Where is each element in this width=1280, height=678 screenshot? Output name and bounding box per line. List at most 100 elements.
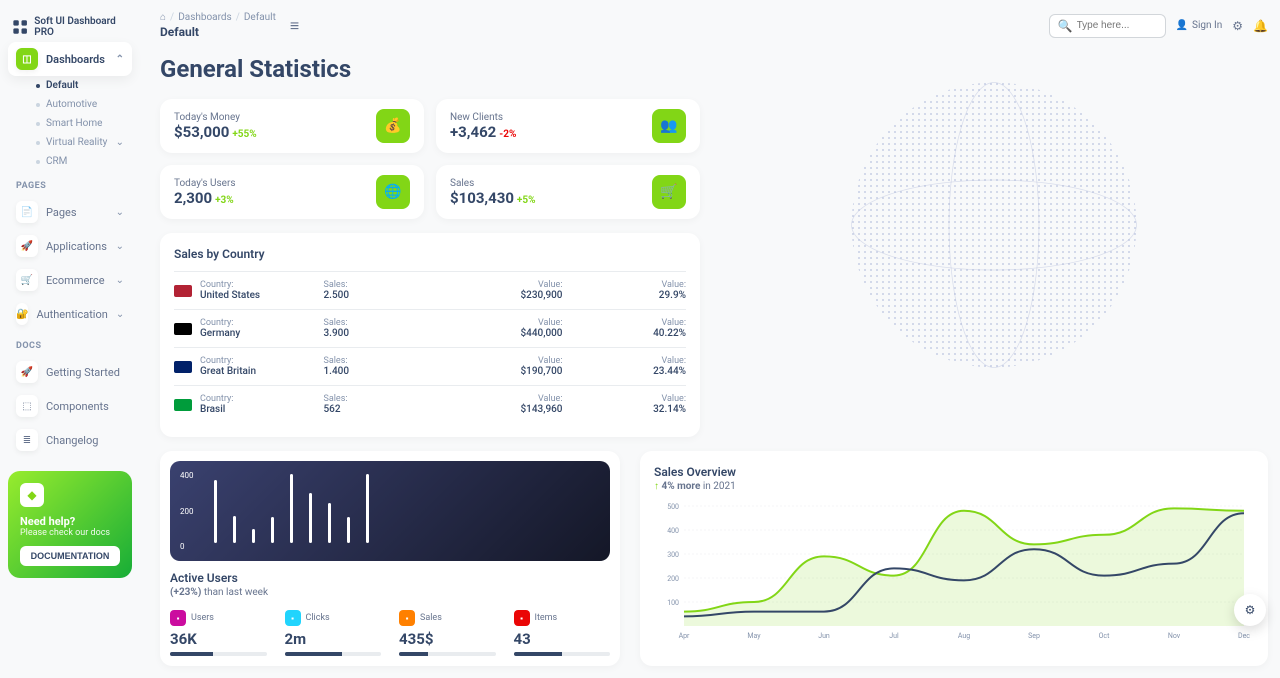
metric: ▪Clicks2m	[285, 610, 382, 656]
active-users-title: Active Users	[170, 571, 610, 585]
nav-icon: 📄	[16, 201, 38, 223]
svg-text:200: 200	[667, 575, 679, 583]
metric: ▪Items43	[514, 610, 611, 656]
nav-icon: 🚀	[16, 361, 38, 383]
gear-icon[interactable]: ⚙	[1232, 19, 1243, 33]
breadcrumb-root[interactable]: Dashboards	[178, 12, 232, 23]
stat-label: Today's Money	[174, 112, 257, 123]
sidebar: Soft UI Dashboard PRO ◫ Dashboards ⌃ Def…	[0, 0, 140, 678]
dot-icon	[36, 122, 40, 126]
svg-text:Apr: Apr	[679, 632, 690, 640]
table-row: Country:Brasil Sales:562 Value:$143,960 …	[174, 385, 686, 423]
sidebar-item-ecommerce[interactable]: 🛒Ecommerce⌄	[8, 263, 132, 297]
section-pages: PAGES	[8, 171, 132, 195]
stat-card: New Clients+3,462 -2%👥	[436, 99, 700, 153]
chevron-down-icon: ⌄	[116, 137, 124, 148]
documentation-button[interactable]: DOCUMENTATION	[20, 546, 120, 566]
bar	[271, 517, 274, 543]
sidebar-item-authentication[interactable]: 🔐Authentication⌄	[8, 297, 132, 331]
nav-icon: 🛒	[16, 269, 38, 291]
nav-icon: ⬚	[16, 395, 38, 417]
bell-icon[interactable]: 🔔	[1253, 19, 1268, 33]
bar-chart: 4002000	[170, 461, 610, 561]
topbar: ⌂ / Dashboards / Default Default ≡ 🔍 👤	[160, 12, 1268, 39]
stat-icon: 🌐	[376, 175, 410, 209]
table-row: Country:United States Sales:2.500 Value:…	[174, 271, 686, 309]
chevron-up-icon: ⌃	[116, 54, 124, 65]
metric: ▪Sales435$	[399, 610, 496, 656]
overview-sub: ↑ 4% more in 2021	[654, 481, 1254, 492]
flag-icon	[174, 361, 192, 373]
active-users-sub: (+23%) than last week	[170, 587, 610, 598]
svg-text:May: May	[747, 632, 761, 640]
line-chart: 500400300200100AprMayJunJulAugSepOctNovD…	[654, 500, 1254, 640]
svg-text:Dec: Dec	[1238, 632, 1250, 640]
svg-text:300: 300	[667, 551, 679, 559]
bar	[214, 480, 217, 543]
nav-icon: 🚀	[16, 235, 38, 257]
metric-icon: ▪	[170, 610, 186, 626]
chevron-down-icon: ⌄	[116, 241, 124, 252]
stat-delta: +55%	[232, 129, 256, 140]
sidebar-item-getting-started[interactable]: 🚀Getting Started	[8, 355, 132, 389]
sidebar-item-dashboards[interactable]: ◫ Dashboards ⌃	[8, 42, 132, 76]
stat-card: Today's Users2,300 +3%🌐	[160, 165, 424, 219]
signin-link[interactable]: 👤 Sign In	[1176, 20, 1223, 31]
sidebar-item-components[interactable]: ⬚Components	[8, 389, 132, 423]
nav-icon: 🔐	[16, 303, 28, 325]
search-input[interactable]: 🔍	[1049, 14, 1166, 38]
country-card: Sales by Country Country:United States S…	[160, 233, 700, 437]
bar	[328, 503, 331, 543]
sidebar-sub-smart-home[interactable]: Smart Home	[28, 114, 132, 133]
stat-icon: 👥	[652, 109, 686, 143]
sidebar-sub-crm[interactable]: CRM	[28, 152, 132, 171]
signin-label: Sign In	[1192, 20, 1222, 31]
stat-icon: 🛒	[652, 175, 686, 209]
svg-text:Sep: Sep	[1028, 632, 1040, 640]
sidebar-sub-automotive[interactable]: Automotive	[28, 95, 132, 114]
user-icon: 👤	[1176, 20, 1188, 31]
svg-text:Jul: Jul	[889, 632, 899, 640]
diamond-icon: ◆	[20, 483, 44, 507]
sidebar-item-pages[interactable]: 📄Pages⌄	[8, 195, 132, 229]
bar	[347, 517, 350, 543]
chevron-down-icon: ⌄	[116, 207, 124, 218]
sidebar-item-applications[interactable]: 🚀Applications⌄	[8, 229, 132, 263]
svg-text:100: 100	[667, 599, 679, 607]
sidebar-sub-virtual-reality[interactable]: Virtual Reality⌄	[28, 133, 132, 152]
svg-text:500: 500	[667, 503, 679, 511]
brand-text: Soft UI Dashboard PRO	[34, 16, 128, 38]
page-current: Default	[160, 25, 276, 39]
svg-text:Oct: Oct	[1099, 632, 1110, 640]
table-row: Country:Germany Sales:3.900 Value:$440,0…	[174, 309, 686, 347]
menu-toggle-icon[interactable]: ≡	[290, 16, 299, 36]
bar	[366, 474, 369, 543]
sales-overview-card: Sales Overview ↑ 4% more in 2021 5004003…	[640, 451, 1268, 666]
stat-value: +3,462	[450, 123, 496, 141]
bar	[309, 493, 312, 543]
settings-fab[interactable]: ⚙	[1234, 594, 1266, 626]
dot-icon	[36, 141, 40, 145]
svg-text:Jun: Jun	[818, 632, 830, 640]
brand-logo	[12, 18, 28, 36]
stat-card: Today's Money$53,000 +55%💰	[160, 99, 424, 153]
stat-value: 2,300	[174, 189, 212, 207]
gear-icon: ⚙	[1245, 603, 1256, 617]
bar	[233, 516, 236, 543]
overview-title: Sales Overview	[654, 465, 1254, 479]
stat-delta: -2%	[499, 129, 516, 140]
home-icon[interactable]: ⌂	[160, 12, 166, 23]
dot-icon	[36, 84, 40, 88]
sidebar-item-changelog[interactable]: ≣Changelog	[8, 423, 132, 457]
stat-delta: +3%	[215, 195, 234, 206]
help-sub: Please check our docs	[20, 528, 120, 538]
stat-value: $53,000	[174, 123, 229, 141]
flag-icon	[174, 285, 192, 297]
search-field[interactable]	[1077, 20, 1157, 31]
arrow-up-icon: ↑	[654, 481, 659, 492]
flag-icon	[174, 399, 192, 411]
table-row: Country:Great Britain Sales:1.400 Value:…	[174, 347, 686, 385]
sidebar-sub-default[interactable]: Default	[28, 76, 132, 95]
metric-icon: ▪	[399, 610, 415, 626]
page-title: General Statistics	[160, 55, 700, 83]
